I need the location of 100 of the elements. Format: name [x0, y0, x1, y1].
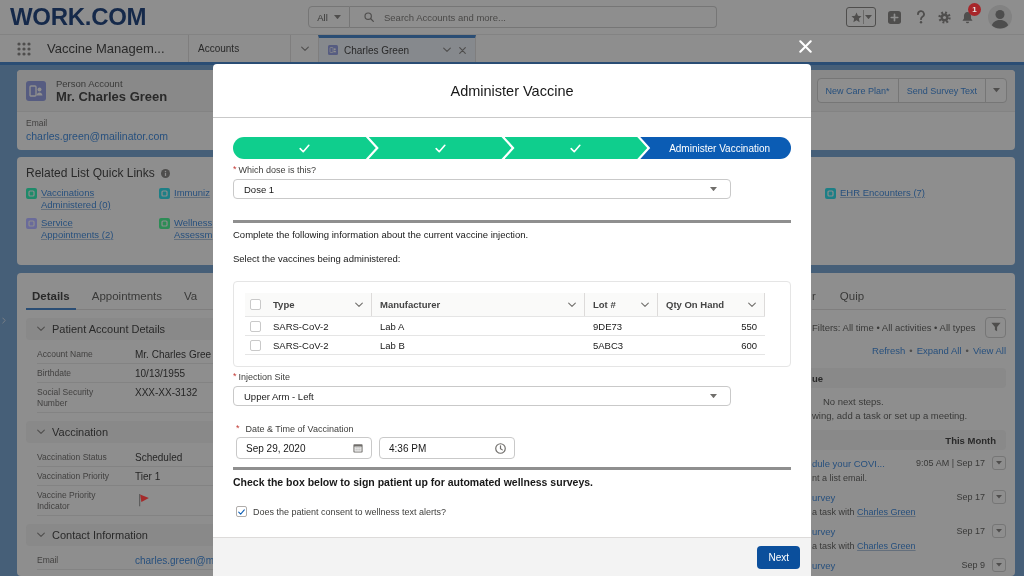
notification-badge: 1 — [968, 2, 981, 16]
app-name: Vaccine Managem... — [47, 41, 165, 56]
action-button[interactable]: New Care Plan* — [816, 78, 899, 103]
tab[interactable]: Va — [178, 283, 204, 310]
date-field[interactable]: Sep 29, 2020 — [236, 437, 372, 459]
chevron-down-icon — [355, 301, 363, 308]
required-mark: * — [233, 372, 237, 380]
action-button[interactable]: Send Survey Text — [897, 78, 986, 103]
instruction-text: Complete the following information about the current vaccine injection. — [233, 229, 529, 241]
row-checkbox[interactable] — [249, 339, 261, 351]
check-icon — [298, 143, 310, 153]
flag-icon — [137, 493, 151, 507]
table-cell-text: SARS-CoV-2 — [272, 320, 330, 332]
required-mark: * — [233, 165, 237, 173]
add-button[interactable] — [888, 10, 901, 24]
next-button[interactable]: Next — [757, 545, 800, 569]
contact-link[interactable]: Charles Green — [857, 507, 916, 517]
tab[interactable]: Details — [26, 283, 76, 310]
path-step[interactable] — [233, 137, 376, 159]
help-button[interactable] — [916, 10, 926, 24]
search-scope-dropdown[interactable]: All — [308, 6, 350, 28]
search-icon — [364, 12, 374, 22]
notifications-button[interactable] — [961, 10, 974, 24]
nav-tab[interactable]: Charles Green — [318, 35, 476, 62]
quick-link[interactable]: Immuniz — [174, 187, 210, 199]
check-icon — [570, 143, 582, 153]
path-step[interactable] — [368, 137, 512, 159]
time-field[interactable]: 4:36 PM — [379, 437, 515, 459]
field-label: Email — [37, 555, 59, 566]
table-cell-text: 9DE73 — [592, 320, 624, 332]
select-all-checkbox[interactable] — [249, 299, 261, 310]
column-header[interactable]: Lot # — [585, 293, 658, 316]
activity-menu-button[interactable] — [992, 456, 1006, 470]
activity-description: a task with Charles Green — [812, 506, 916, 518]
path-step[interactable]: Administer Vaccination — [640, 137, 791, 159]
person-account-icon — [26, 80, 46, 101]
consent-checkbox[interactable] — [236, 506, 247, 517]
help-icon — [916, 10, 926, 24]
column-header[interactable]: Type — [265, 293, 372, 316]
caret-down-icon — [996, 495, 1002, 499]
activity-menu-button[interactable] — [992, 524, 1006, 538]
chevron-down-icon — [641, 301, 649, 308]
tab[interactable]: r — [812, 283, 816, 310]
check-icon — [434, 143, 446, 153]
tab[interactable]: Appointments — [85, 283, 169, 310]
settings-button[interactable] — [938, 10, 951, 24]
settings-icon — [938, 10, 951, 24]
caret-down-icon — [996, 461, 1002, 465]
activity-link[interactable]: Expand All — [916, 345, 962, 356]
activity-date: Sep 17 — [956, 526, 985, 536]
dose-combobox[interactable]: Dose 1 — [233, 179, 731, 199]
activity-link[interactable]: Refresh — [872, 345, 906, 356]
favorites-button[interactable] — [846, 7, 876, 27]
quick-link[interactable]: Vaccinations Administered (0) — [41, 187, 131, 211]
field-label: Vaccine Priority Indicator — [37, 490, 97, 512]
empty-state-text: No next steps. — [823, 395, 884, 409]
activity-description: nt a list email. — [812, 472, 868, 484]
row-checkbox[interactable] — [249, 320, 261, 332]
field-label: Vaccination Priority — [37, 471, 110, 482]
more-actions-button[interactable] — [985, 78, 1007, 103]
field-label: Account Name — [37, 349, 93, 360]
activity-title-link[interactable]: urvey — [812, 559, 836, 571]
separator-text: • — [965, 345, 969, 356]
filter-button[interactable] — [985, 316, 1006, 338]
activity-title-link[interactable]: urvey — [812, 491, 836, 503]
path-step[interactable] — [504, 137, 648, 159]
activity-title-link[interactable]: dule your COVI... — [812, 457, 885, 469]
injection-site-combobox[interactable]: Upper Arm - Left — [233, 386, 731, 406]
info-icon — [160, 168, 170, 178]
nav-tab[interactable]: Accounts — [188, 35, 290, 62]
field-label: Email — [26, 118, 48, 129]
quick-link[interactable]: EHR Encounters (7) — [840, 187, 925, 199]
person-account-icon — [328, 45, 338, 55]
contact-link[interactable]: Charles Green — [857, 541, 916, 551]
activity-menu-button[interactable] — [992, 490, 1006, 504]
email-link[interactable]: charles.green@m — [135, 555, 215, 566]
activity-title-link[interactable]: urvey — [812, 525, 836, 537]
table-cell-text: Lab A — [379, 320, 406, 332]
caret-down-icon — [865, 14, 872, 20]
quick-link[interactable]: Service Appointments (2) — [41, 217, 131, 241]
activity-date: Sep 9 — [961, 560, 985, 570]
activity-date: Sep 17 — [956, 492, 985, 502]
caret-down-icon — [710, 393, 717, 399]
instruction-text: Check the box below to sign patient up for automated wellness surveys. — [233, 476, 593, 489]
chevron-down-icon — [748, 301, 756, 308]
field-value: Tier 1 — [135, 471, 161, 482]
column-header[interactable]: Manufacturer — [372, 293, 585, 316]
field-label: Injection Site — [238, 372, 291, 383]
column-header[interactable]: Qty On Hand — [658, 293, 765, 316]
activity-menu-button[interactable] — [992, 558, 1006, 572]
email-link[interactable]: charles.green@mailinator.com — [26, 129, 168, 143]
table-cell-text: SARS-CoV-2 — [272, 339, 330, 351]
close-button[interactable] — [799, 40, 812, 53]
activity-link[interactable]: View All — [972, 345, 1006, 356]
quick-link[interactable]: Wellness Assessm — [174, 217, 214, 241]
field-label: Social Security Number — [37, 387, 95, 409]
activity-date: 9:05 AM | Sep 17 — [916, 458, 985, 468]
tab[interactable]: Quip — [839, 283, 865, 310]
search-field[interactable]: Search Accounts and more... — [350, 6, 717, 28]
avatar-icon[interactable] — [988, 5, 1012, 29]
